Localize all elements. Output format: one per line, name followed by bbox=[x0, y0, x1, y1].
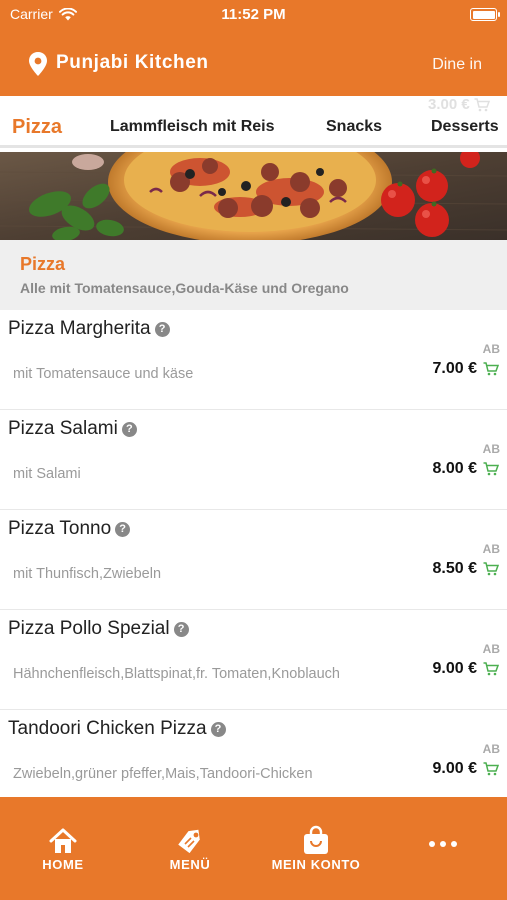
app-header: Carrier 11:52 PM Punjabi Kitchen Dine in bbox=[0, 0, 507, 96]
menu-list: Pizza Margherita ? mit Tomatensauce und … bbox=[0, 310, 507, 810]
price-prefix: AB bbox=[482, 442, 500, 456]
section-header: Pizza Alle mit Tomatensauce,Gouda-Käse u… bbox=[0, 240, 507, 310]
item-price: 9.00 € bbox=[432, 660, 477, 677]
add-to-cart-button[interactable]: 8.00 € bbox=[433, 460, 499, 478]
price-prefix: AB bbox=[482, 542, 500, 556]
tab-home-label: HOME bbox=[42, 857, 84, 872]
location-pin-icon[interactable] bbox=[28, 52, 48, 76]
item-price: 8.00 € bbox=[432, 460, 477, 477]
tab-pizza[interactable]: Pizza bbox=[12, 116, 62, 139]
cart-icon bbox=[483, 562, 499, 576]
item-name-label: Pizza Margherita bbox=[8, 318, 151, 339]
tab-menu[interactable]: MENÜ bbox=[130, 825, 250, 872]
ghost-price-label: 3.00 € bbox=[428, 96, 470, 113]
tab-account[interactable]: MEIN KONTO bbox=[256, 825, 376, 872]
list-item[interactable]: Pizza Pollo Spezial ? Hähnchenfleisch,Bl… bbox=[0, 610, 507, 710]
status-bar: Carrier 11:52 PM bbox=[0, 6, 507, 24]
item-name: Pizza Salami ? bbox=[8, 418, 137, 440]
cart-icon bbox=[483, 762, 499, 776]
bottom-tab-bar: HOME MENÜ MEIN KONTO bbox=[0, 797, 507, 900]
item-description: Hähnchenfleisch,Blattspinat,fr. Tomaten,… bbox=[13, 666, 340, 682]
price-prefix: AB bbox=[482, 642, 500, 656]
tab-home[interactable]: HOME bbox=[3, 825, 123, 872]
section-subtitle: Alle mit Tomatensauce,Gouda-Käse und Ore… bbox=[20, 280, 349, 296]
tag-icon bbox=[178, 829, 200, 854]
cart-icon bbox=[483, 462, 499, 476]
tab-desserts[interactable]: Desserts bbox=[431, 118, 499, 136]
tab-menu-label: MENÜ bbox=[169, 857, 211, 872]
section-title: Pizza bbox=[20, 254, 66, 274]
battery-icon bbox=[470, 8, 500, 21]
list-item[interactable]: Tandoori Chicken Pizza ? Zwiebeln,grüner… bbox=[0, 710, 507, 810]
item-name-label: Tandoori Chicken Pizza bbox=[8, 718, 207, 739]
item-description: mit Thunfisch,Zwiebeln bbox=[13, 566, 162, 582]
item-name: Pizza Tonno ? bbox=[8, 518, 131, 540]
category-banner-image bbox=[0, 152, 507, 240]
add-to-cart-button[interactable]: 8.50 € bbox=[433, 560, 499, 578]
add-to-cart-button[interactable]: 7.00 € bbox=[433, 360, 499, 378]
price-prefix: AB bbox=[482, 742, 500, 756]
more-icon[interactable] bbox=[429, 841, 457, 847]
tab-account-label: MEIN KONTO bbox=[271, 857, 361, 872]
item-price: 7.00 € bbox=[432, 360, 477, 377]
help-icon[interactable]: ? bbox=[173, 621, 189, 637]
item-description: Zwiebeln,grüner pfeffer,Mais,Tandoori-Ch… bbox=[13, 766, 313, 782]
item-price: 9.00 € bbox=[432, 760, 477, 777]
dine-mode-button[interactable]: Dine in bbox=[432, 56, 482, 74]
help-icon[interactable]: ? bbox=[154, 321, 170, 337]
item-name-label: Pizza Salami bbox=[8, 418, 118, 439]
item-name: Pizza Margherita ? bbox=[8, 318, 170, 340]
ghost-price: 3.00 € bbox=[428, 96, 490, 113]
clock: 11:52 PM bbox=[221, 6, 286, 23]
shopping-bag-icon bbox=[304, 825, 328, 854]
item-name-label: Pizza Tonno bbox=[8, 518, 112, 539]
cart-icon bbox=[483, 362, 499, 376]
cart-icon bbox=[474, 97, 490, 111]
home-icon bbox=[49, 828, 77, 853]
list-item[interactable]: Pizza Margherita ? mit Tomatensauce und … bbox=[0, 310, 507, 410]
item-description: mit Tomatensauce und käse bbox=[13, 366, 194, 382]
tab-snacks[interactable]: Snacks bbox=[326, 118, 382, 136]
cart-icon bbox=[483, 662, 499, 676]
tab-lammfleisch[interactable]: Lammfleisch mit Reis bbox=[110, 118, 275, 136]
restaurant-name[interactable]: Punjabi Kitchen bbox=[56, 52, 209, 74]
price-prefix: AB bbox=[482, 342, 500, 356]
help-icon[interactable]: ? bbox=[121, 421, 137, 437]
item-price: 8.50 € bbox=[432, 560, 477, 577]
category-tabs: 3.00 € Pizza Lammfleisch mit Reis Snacks… bbox=[0, 96, 507, 148]
item-name: Pizza Pollo Spezial ? bbox=[8, 618, 189, 640]
help-icon[interactable]: ? bbox=[210, 721, 226, 737]
list-item[interactable]: Pizza Tonno ? mit Thunfisch,Zwiebeln AB … bbox=[0, 510, 507, 610]
add-to-cart-button[interactable]: 9.00 € bbox=[433, 660, 499, 678]
item-name-label: Pizza Pollo Spezial bbox=[8, 618, 170, 639]
list-item[interactable]: Pizza Salami ? mit Salami AB 8.00 € bbox=[0, 410, 507, 510]
add-to-cart-button[interactable]: 9.00 € bbox=[433, 760, 499, 778]
item-name: Tandoori Chicken Pizza ? bbox=[8, 718, 226, 740]
help-icon[interactable]: ? bbox=[115, 521, 131, 537]
item-description: mit Salami bbox=[13, 466, 81, 482]
